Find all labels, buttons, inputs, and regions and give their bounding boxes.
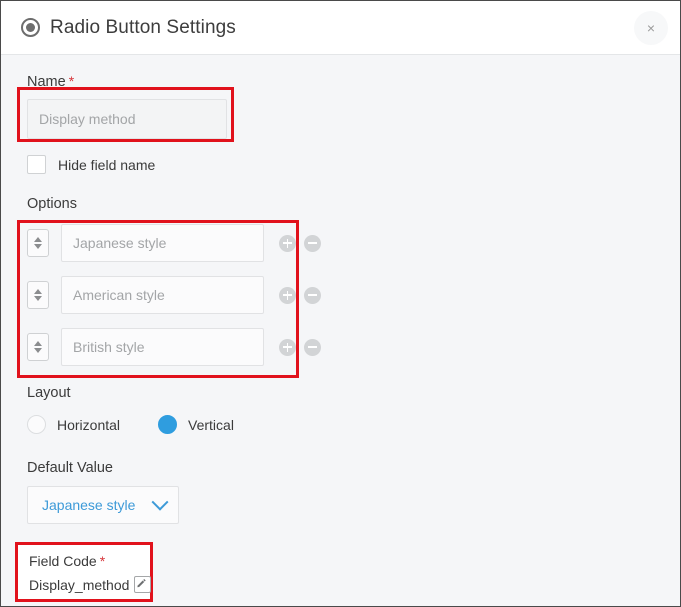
layout-label: Layout [27,385,680,401]
hide-field-name-row[interactable]: Hide field name [27,155,680,174]
option-row: Japanese style [27,221,680,265]
layout-option-horizontal[interactable]: Horizontal [27,415,120,434]
option-input-2[interactable]: American style [61,276,264,314]
field-code-section: Field Code* Display_method [15,542,153,602]
layout-section: Layout Horizontal Vertical [27,385,680,434]
field-code-value: Display_method [29,577,129,593]
options-label: Options [27,196,680,212]
option-row: British style [27,325,680,369]
options-section: Options Japanese style American style [27,196,680,369]
plus-circle-icon[interactable] [279,235,296,252]
name-input[interactable]: Display method [27,99,227,139]
edit-pencil-glyph [136,578,149,591]
updown-arrows-icon[interactable] [27,229,49,257]
name-section: Name* Display method Hide field name [27,73,680,174]
layout-option-horizontal-label: Horizontal [57,417,120,433]
chevron-down-icon [152,494,169,511]
default-value-section: Default Value Japanese style [27,460,680,524]
radio-circle-icon[interactable] [27,415,46,434]
close-icon: × [647,21,655,35]
plus-circle-icon[interactable] [279,287,296,304]
updown-arrows-icon[interactable] [27,281,49,309]
hide-field-name-checkbox[interactable] [27,155,46,174]
minus-circle-icon[interactable] [304,339,321,356]
dialog-titlebar: Radio Button Settings × [1,1,680,55]
option-input-1[interactable]: Japanese style [61,224,264,262]
layout-radio-group: Horizontal Vertical [27,415,680,434]
page-title: Radio Button Settings [50,17,236,39]
minus-circle-icon[interactable] [304,287,321,304]
layout-option-vertical-label: Vertical [188,417,234,433]
field-code-required-marker: * [100,553,105,569]
field-code-value-row: Display_method [29,576,150,593]
edit-pencil-icon[interactable] [134,576,151,593]
updown-arrows-icon[interactable] [27,333,49,361]
minus-circle-icon[interactable] [304,235,321,252]
option-row: American style [27,273,680,317]
radio-circle-selected-icon[interactable] [158,415,177,434]
radio-button-icon [21,18,40,37]
name-label: Name* [27,73,680,90]
hide-field-name-label: Hide field name [58,157,155,173]
option-input-3[interactable]: British style [61,328,264,366]
field-code-label: Field Code* [29,553,150,569]
dialog-body: Name* Display method Hide field name Opt… [1,55,680,524]
default-value-selected: Japanese style [42,497,135,513]
radio-button-settings-dialog: Radio Button Settings × Name* Display me… [0,0,681,607]
default-value-select[interactable]: Japanese style [27,486,179,524]
default-value-label: Default Value [27,460,680,476]
close-button[interactable]: × [634,11,668,45]
layout-option-vertical[interactable]: Vertical [158,415,234,434]
name-required-marker: * [69,73,74,89]
plus-circle-icon[interactable] [279,339,296,356]
